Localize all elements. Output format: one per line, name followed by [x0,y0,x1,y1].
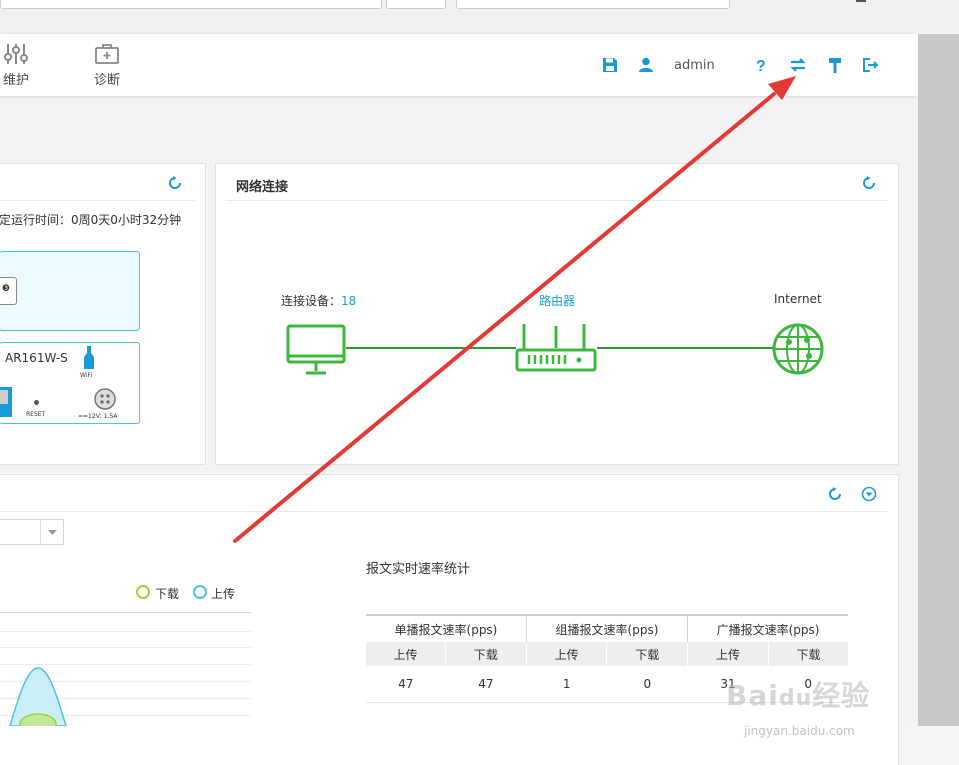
connected-devices-count[interactable]: 18 [341,294,356,308]
table-subheader-row: 上传 下载 上传 下载 上传 下载 [366,642,848,666]
reset-button-icon[interactable] [34,400,39,405]
router-internet-link [597,347,775,349]
device-model: AR161W-S [5,351,68,365]
table-subheader: 下载 [767,642,848,666]
logout-icon[interactable] [861,56,879,74]
download-legend-label: 下载 [155,587,180,601]
broadcast-column-header: 广播报文速率(pps) [687,614,848,642]
computer-icon[interactable] [286,324,346,376]
power-port-icon [94,388,116,410]
minimize-icon[interactable] [856,0,866,2]
user-icon[interactable] [637,56,655,74]
router-label[interactable]: 路由器 [539,292,575,309]
table-cell: 47 [366,666,446,703]
refresh-icon[interactable] [861,175,877,191]
select-arrow[interactable] [40,520,64,544]
upload-traffic-curve [9,667,67,726]
table-subheader: 下载 [444,642,527,666]
nav-label-maintenance: 维护 [2,73,29,88]
refresh-icon[interactable] [167,175,183,191]
save-icon[interactable] [601,56,619,74]
reset-label: RESET [26,411,46,418]
browser-address-bar[interactable] [0,0,382,9]
table-cell: 1 [526,666,607,703]
switch-icon[interactable] [789,56,807,74]
table-cell: 47 [445,666,527,703]
internet-label: Internet [774,292,822,306]
collapse-toggle-icon[interactable] [861,486,877,502]
table-subheader: 上传 [687,642,769,666]
unicast-column-header: 单播报文速率(pps) [366,614,527,642]
medical-kit-icon [95,44,119,64]
upload-legend-icon [193,585,207,599]
connected-devices-label[interactable]: 连接设备：18 [281,292,356,309]
power-spec: ==12V; 1.5A [78,413,118,420]
multicast-column-header: 组播报文速率(pps) [525,614,688,642]
panel-divider [0,200,195,201]
globe-icon[interactable] [771,322,825,376]
table-subheader: 下载 [606,642,688,666]
refresh-icon[interactable] [827,486,843,502]
lan-port-icon [0,387,12,417]
port-indicator: ❸ [0,277,17,305]
network-connection-panel: 网络连接 连接设备：18 路由器 Internet [215,163,899,465]
watermark: Baidu经验 [726,679,871,712]
page-side-gutter [918,34,959,726]
hammer-icon[interactable] [826,56,844,74]
svg-text:?: ? [756,58,766,74]
table-cell: 0 [606,666,688,703]
chevron-down-icon [48,530,57,535]
router-icon[interactable] [514,322,598,374]
antenna-icon [84,346,94,369]
interface-select[interactable] [0,519,64,545]
watermark-url: jingyan.baidu.com [744,724,855,738]
device-back-view: AR161W-S WiFi RESET ==12V; 1.5A [0,342,140,424]
device-info-panel: 定运行时间：0周0天0小时32分钟 ❸ AR161W-S WiFi RESET … [0,163,206,465]
sliders-icon [4,44,28,64]
panel-divider [226,200,888,201]
device-router-link [346,347,516,349]
table-subheader: 上传 [366,642,446,666]
wifi-label: WiFi [80,372,93,379]
username-label: admin [674,58,715,73]
upload-legend-label: 上传 [211,587,236,601]
nav-label-diagnosis: 诊断 [93,73,120,88]
download-legend-icon [136,585,150,599]
panel-divider [0,511,888,512]
nav-item-maintenance[interactable]: 维护 [0,42,44,88]
traffic-chart-area [0,612,251,726]
help-icon[interactable]: ? [752,56,770,74]
uptime-text: 定运行时间：0周0天0小时32分钟 [0,213,182,227]
nav-item-diagnosis[interactable]: 诊断 [79,42,135,88]
network-panel-title: 网络连接 [236,180,289,195]
top-navigation-bar: 维护 诊断 admin ? [0,34,918,96]
device-front-view: ❸ [0,251,140,331]
port-number-icon: ❸ [2,284,11,294]
browser-toolbar-strip [0,0,959,35]
table-header-row: 单播报文速率(pps) 组播报文速率(pps) 广播报文速率(pps) [366,614,848,642]
browser-button[interactable] [386,0,446,9]
browser-search-bar[interactable] [456,0,730,9]
router-admin-page: 维护 诊断 admin ? 定运行时间：0周0天0小时32分钟 ❸ AR161W… [0,34,918,765]
table-subheader: 上传 [525,642,607,666]
stats-table-title: 报文实时速率统计 [366,562,471,577]
